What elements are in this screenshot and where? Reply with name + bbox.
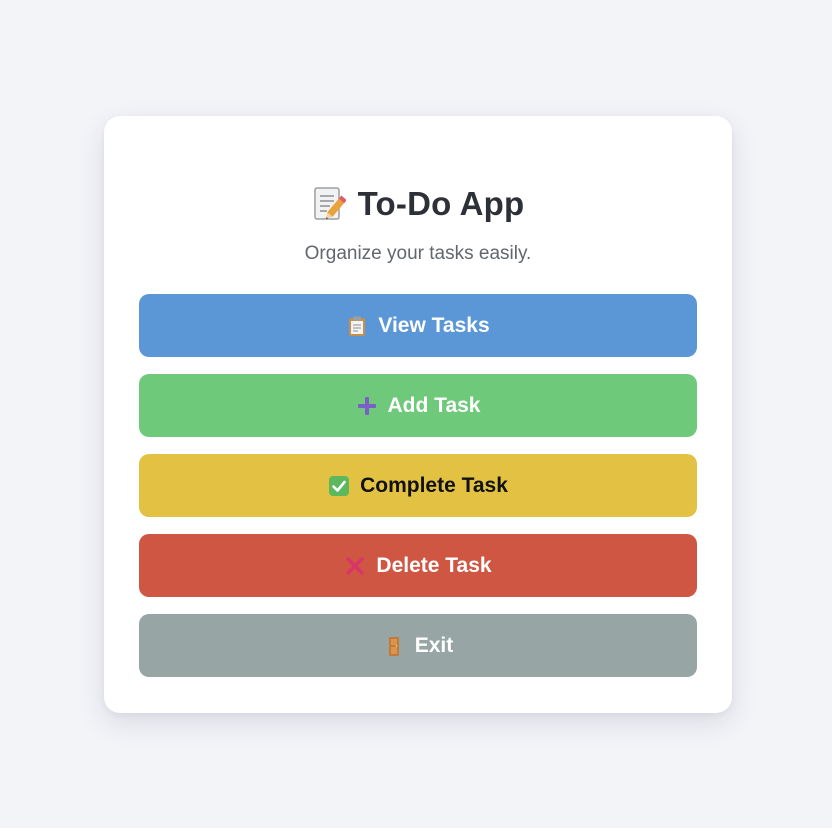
- plus-icon: [356, 395, 378, 417]
- page-title: To-Do App: [357, 185, 525, 222]
- action-menu: View Tasks Add Task Complete Task Delete…: [139, 294, 697, 677]
- page-subtitle: Organize your tasks easily.: [304, 243, 532, 264]
- delete-task-label: Delete Task: [376, 553, 492, 577]
- exit-button[interactable]: Exit: [139, 614, 697, 677]
- check-icon: [328, 475, 350, 497]
- exit-label: Exit: [414, 633, 454, 657]
- cross-icon: [344, 555, 366, 577]
- view-tasks-label: View Tasks: [378, 313, 490, 337]
- app-card: To-Do App Organize your tasks easily. Vi…: [104, 116, 732, 713]
- complete-task-label: Complete Task: [360, 473, 508, 497]
- memo-icon: [312, 185, 347, 223]
- door-icon: [383, 635, 405, 657]
- view-tasks-button[interactable]: View Tasks: [139, 294, 697, 357]
- clipboard-icon: [346, 315, 368, 337]
- complete-task-button[interactable]: Complete Task: [139, 454, 697, 517]
- app-header: To-Do App: [104, 184, 732, 224]
- add-task-label: Add Task: [387, 393, 481, 417]
- add-task-button[interactable]: Add Task: [139, 374, 697, 437]
- delete-task-button[interactable]: Delete Task: [139, 534, 697, 597]
